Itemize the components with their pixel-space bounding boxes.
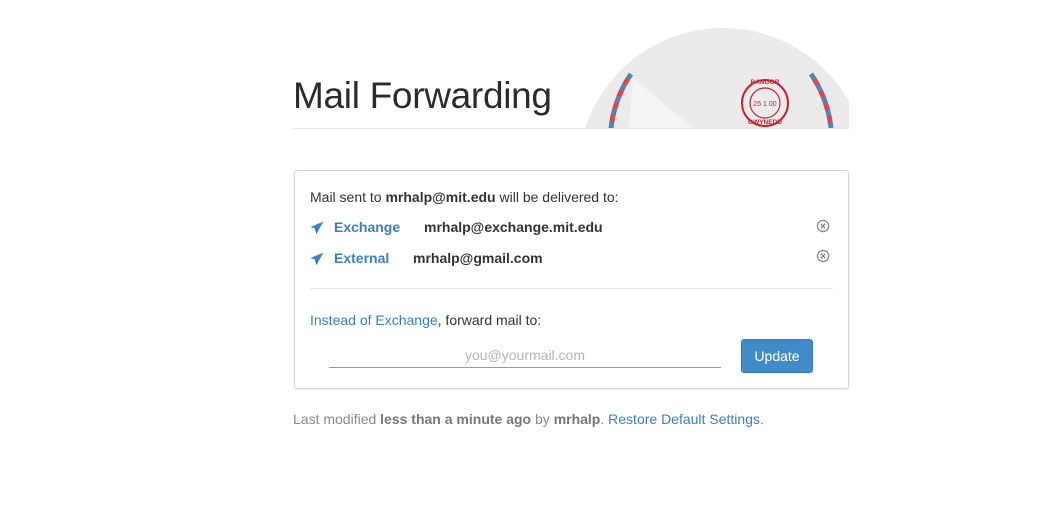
forward-email-input[interactable] [329,343,721,368]
forward-suffix: , forward mail to: [437,312,542,328]
page-header: BANGOR 25 1 00 GWYNEDD Mail Forwarding [293,28,849,129]
last-modified-user: mrhalp [553,411,601,427]
intro-email: mrhalp@mit.edu [385,189,496,205]
stamp-top-text: BANGOR [751,79,780,86]
intro-suffix: will be delivered to: [495,189,619,205]
remove-circle-icon[interactable] [816,219,830,233]
update-button[interactable]: Update [741,339,813,373]
last-modified-footer: Last modified less than a minute ago by … [293,411,764,427]
stamp-bottom-text: GWYNEDD [748,119,782,126]
remove-circle-icon[interactable] [816,249,830,263]
paper-plane-icon [310,252,324,265]
card-divider [310,288,833,289]
instead-of-exchange-link[interactable]: Instead of Exchange [310,312,438,328]
destination-type: External [334,250,390,266]
destination-row-external: External mrhalp@gmail.com [310,249,830,270]
forwarding-card: Mail sent to mrhalp@mit.edu will be deli… [294,170,849,389]
destination-type: Exchange [334,219,401,235]
stamp-date-text: 25 1 00 [753,101,776,108]
footer-end: . [759,411,764,427]
paper-plane-icon [310,221,324,234]
restore-default-settings-link[interactable]: Restore Default Settings [608,411,760,427]
page-title: Mail Forwarding [293,75,552,116]
footer-period: . [600,411,609,427]
envelope-backdrop [585,28,849,128]
last-modified-time: less than a minute ago [380,411,532,427]
intro-prefix: Mail sent to [310,189,386,205]
footer-prefix: Last modified [293,411,381,427]
destination-row-exchange: Exchange mrhalp@exchange.mit.edu [310,219,830,239]
footer-by: by [531,411,554,427]
destination-address: mrhalp@gmail.com [413,250,543,266]
delivery-intro: Mail sent to mrhalp@mit.edu will be deli… [310,189,619,205]
forward-label: Instead of Exchange, forward mail to: [310,312,541,328]
destination-address: mrhalp@exchange.mit.edu [424,219,603,235]
